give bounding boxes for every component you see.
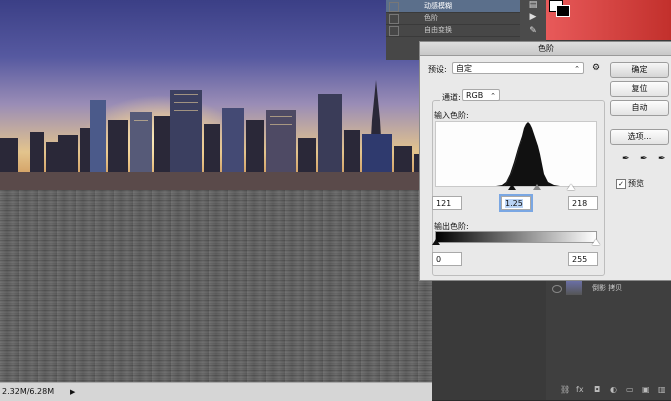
dialog-title: 色阶 — [420, 42, 671, 56]
input-black-value: 121 — [436, 199, 452, 208]
levels-dialog: 色阶 预设: 自定 ⌃ ⚙ 通道: RGB ⌃ 输入色阶: 121 1.25 2… — [419, 41, 671, 281]
folder-icon[interactable]: ▭ — [626, 385, 634, 394]
input-gamma-field[interactable]: 1.25 — [501, 196, 531, 210]
layer-row-reflection-copy[interactable]: 倒影 拷贝 — [546, 278, 671, 298]
document-canvas[interactable] — [0, 0, 432, 382]
eyedropper-gray-icon[interactable]: ✒ — [640, 154, 648, 164]
channel-label: 通道: — [440, 92, 463, 103]
input-white-value: 218 — [572, 199, 588, 208]
layer-label: 自由变换 — [424, 26, 452, 34]
options-button[interactable]: 选项... — [610, 129, 669, 145]
brush-icon[interactable]: ✎ — [527, 26, 539, 38]
input-black-handle[interactable] — [508, 184, 516, 190]
adjustment-icon[interactable]: ◐ — [610, 385, 617, 394]
input-white-field[interactable]: 218 — [568, 196, 598, 210]
ok-button[interactable]: 确定 — [610, 62, 669, 78]
eye-icon[interactable] — [552, 285, 562, 293]
output-white-handle[interactable] — [592, 239, 600, 245]
preview-label: 预览 — [628, 179, 644, 188]
history-icon[interactable]: ▤ — [527, 0, 539, 12]
output-white-field[interactable]: 255 — [568, 252, 598, 266]
eyedropper-white-icon[interactable]: ✒ — [658, 154, 666, 164]
layer-thumbnail — [566, 281, 582, 295]
chevron-down-icon: ⌃ — [490, 92, 496, 100]
layer-visibility-icon[interactable] — [389, 26, 399, 36]
input-white-handle[interactable] — [567, 184, 575, 190]
new-layer-icon[interactable]: ▣ — [642, 385, 650, 394]
layers-panel-footer: ⛓ fx ◘ ◐ ▭ ▣ ▥ — [546, 382, 671, 400]
layer-label: 动感模糊 — [424, 2, 452, 10]
output-gradient-bar — [435, 231, 597, 243]
city-skyline — [0, 80, 432, 190]
input-gamma-handle[interactable] — [533, 184, 541, 190]
output-black-handle[interactable] — [432, 239, 440, 245]
channel-value: RGB — [466, 91, 484, 100]
status-bar: 2.32M/6.28M ▶ — [0, 382, 432, 401]
output-black-field[interactable]: 0 — [432, 252, 462, 266]
output-black-value: 0 — [436, 255, 442, 264]
chevron-down-icon: ⌃ — [574, 65, 580, 73]
input-gamma-value: 1.25 — [505, 199, 523, 208]
water-motion-blur — [0, 190, 432, 382]
gear-icon[interactable]: ⚙ — [592, 63, 600, 73]
preset-label: 预设: — [428, 65, 447, 74]
play-icon[interactable]: ▶ — [527, 12, 539, 24]
layer-row-free-transform[interactable]: 自由变换 — [386, 24, 520, 37]
layer-visibility-icon[interactable] — [389, 14, 399, 24]
checkbox-check-icon[interactable]: ✓ — [616, 178, 626, 189]
preset-select[interactable]: 自定 ⌃ — [452, 62, 584, 74]
link-icon[interactable]: ⛓ — [560, 385, 570, 394]
input-black-field[interactable]: 121 — [432, 196, 462, 210]
trash-icon[interactable]: ▥ — [658, 385, 666, 394]
mask-icon[interactable]: ◘ — [594, 385, 600, 394]
layer-visibility-icon[interactable] — [389, 2, 399, 12]
preview-checkbox[interactable]: ✓ 预览 — [616, 178, 644, 189]
preset-value: 自定 — [456, 64, 472, 73]
channel-select[interactable]: RGB ⌃ — [462, 89, 500, 101]
status-menu-arrow-icon[interactable]: ▶ — [70, 383, 75, 401]
reset-button[interactable]: 复位 — [610, 81, 669, 97]
layer-label: 倒影 拷贝 — [592, 284, 623, 292]
fx-icon[interactable]: fx — [576, 385, 584, 394]
input-levels-label: 输入色阶: — [434, 111, 469, 120]
auto-button[interactable]: 自动 — [610, 100, 669, 116]
doc-size-readout: 2.32M/6.28M — [2, 387, 55, 396]
layer-label: 色阶 — [424, 14, 438, 22]
histogram — [435, 121, 597, 187]
input-slider-track[interactable] — [435, 184, 595, 190]
background-swatch[interactable] — [556, 5, 570, 17]
output-white-value: 255 — [572, 255, 588, 264]
eyedropper-black-icon[interactable]: ✒ — [622, 154, 630, 164]
